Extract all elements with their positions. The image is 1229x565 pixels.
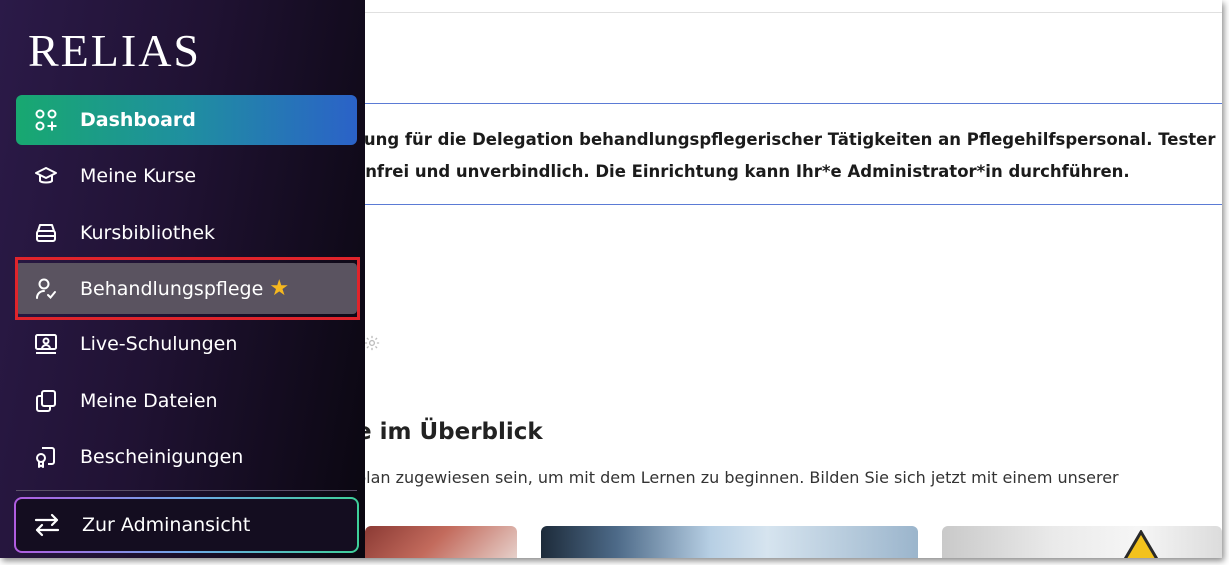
sidebar-item-behandlungspflege[interactable]: Behandlungspflege ★ — [16, 263, 357, 314]
warning-sign-image — [1123, 530, 1159, 558]
star-icon: ★ — [269, 276, 290, 301]
sidebar-divider — [16, 490, 357, 491]
sidebar-item-label: Behandlungspflege — [80, 277, 264, 300]
gear-icon[interactable] — [363, 334, 381, 352]
info-banner — [362, 103, 1222, 205]
sidebar-item-dashboard[interactable]: Dashboard — [16, 95, 357, 145]
course-card-image[interactable] — [942, 526, 1222, 558]
section-title: e im Überblick — [356, 419, 543, 445]
sidebar: RELIAS Dashboard Meine Kurse Kursbibliot… — [0, 0, 365, 558]
sidebar-item-label: Meine Dateien — [80, 390, 218, 412]
switch-arrows-icon — [32, 510, 62, 540]
course-card-image[interactable] — [541, 526, 918, 558]
sidebar-item-meine-dateien[interactable]: Meine Dateien — [16, 376, 357, 426]
relias-logo[interactable]: RELIAS — [28, 24, 201, 77]
files-icon — [32, 387, 60, 415]
sidebar-item-bescheinigungen[interactable]: Bescheinigungen — [16, 432, 357, 482]
course-card-image[interactable] — [365, 526, 517, 558]
dashboard-icon — [32, 106, 60, 134]
section-subtitle: plan zugewiesen sein, um mit dem Lernen … — [356, 468, 1119, 487]
sidebar-item-label: Meine Kurse — [80, 165, 197, 187]
banner-text-line-2: enfrei und unverbindlich. Die Einrichtun… — [354, 162, 1130, 181]
admin-view-button[interactable]: Zur Adminansicht — [14, 497, 359, 553]
banner-text-line-1: sung für die Delegation behandlungspfleg… — [354, 130, 1216, 149]
sidebar-item-live-schulungen[interactable]: Live-Schulungen — [16, 319, 357, 369]
user-check-icon — [32, 275, 60, 303]
sidebar-item-label: Live-Schulungen — [80, 333, 238, 355]
sidebar-item-kursbibliothek[interactable]: Kursbibliothek — [16, 208, 357, 258]
sidebar-item-meine-kurse[interactable]: Meine Kurse — [16, 151, 357, 201]
sidebar-item-label: Kursbibliothek — [80, 222, 216, 244]
graduation-cap-icon — [32, 162, 60, 190]
live-training-icon — [32, 330, 60, 358]
certificate-icon — [32, 443, 60, 471]
admin-view-label: Zur Adminansicht — [82, 514, 251, 536]
app-window: sung für die Delegation behandlungspfleg… — [0, 0, 1222, 558]
sidebar-item-label: Dashboard — [80, 109, 196, 131]
library-icon — [32, 219, 60, 247]
sidebar-item-label: Bescheinigungen — [80, 446, 244, 468]
